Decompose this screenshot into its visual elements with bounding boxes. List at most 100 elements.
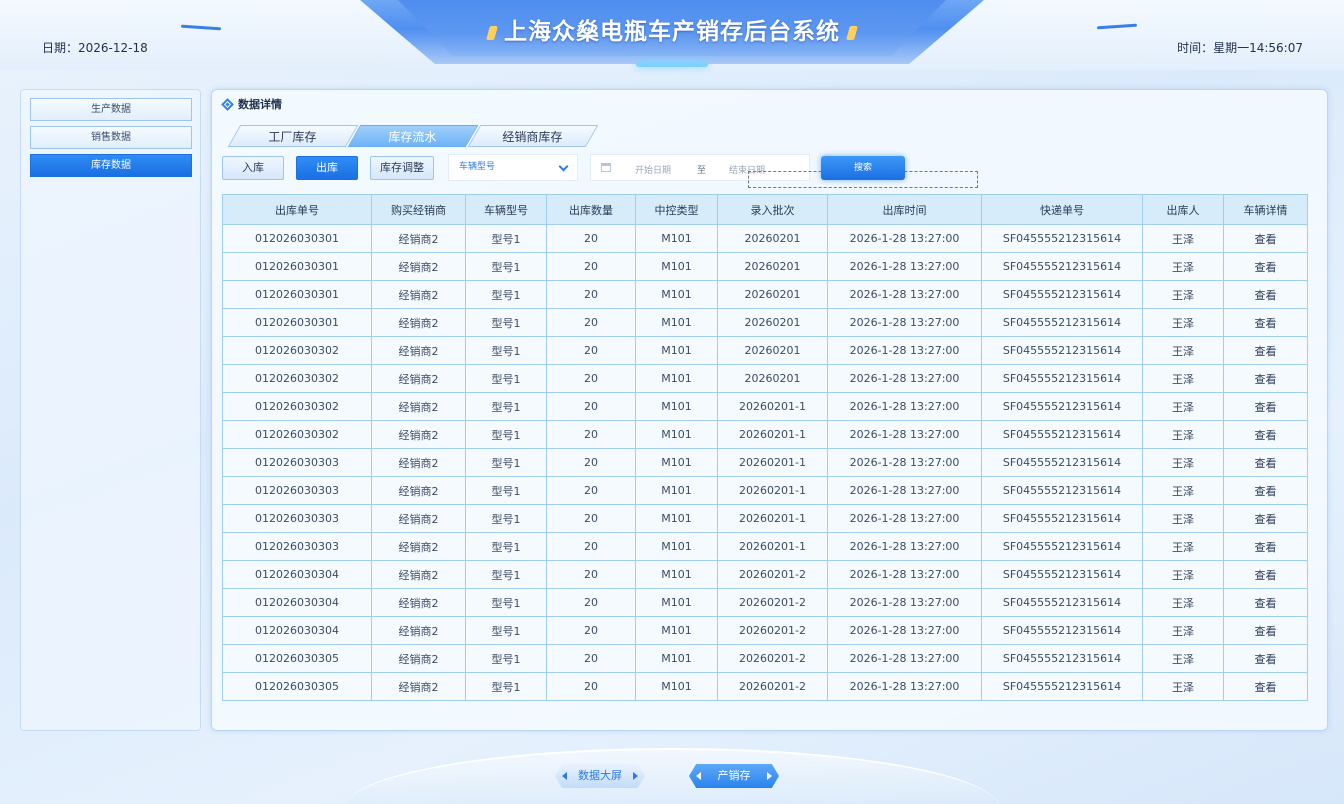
table-cell: 2026-1-28 13:27:00 [827, 364, 982, 393]
footer-arc [345, 748, 999, 804]
tab-factory-inventory[interactable]: 工厂库存 [227, 125, 359, 147]
table-cell: 经销商2 [371, 420, 466, 449]
table-cell: M101 [635, 504, 718, 533]
table-cell: 2026-1-28 13:27:00 [827, 560, 982, 589]
model-select-value: 车辆型号 [459, 162, 496, 172]
table-cell: 型号1 [465, 224, 547, 253]
table-cell: 20 [546, 476, 636, 505]
column-header: 录入批次 [717, 194, 828, 225]
view-details-link[interactable]: 查看 [1223, 672, 1308, 701]
panel-title: 数据详情 [221, 96, 282, 112]
table-cell: 经销商2 [371, 532, 466, 561]
table-cell: SF045555212315614 [981, 448, 1143, 477]
column-header: 快递单号 [981, 194, 1143, 225]
title-underline [636, 62, 708, 67]
table-cell: 王泽 [1142, 476, 1224, 505]
table-cell: 王泽 [1142, 448, 1224, 477]
table-cell: SF045555212315614 [981, 420, 1143, 449]
table-cell: 经销商2 [371, 308, 466, 337]
table-row: 012026030305 经销商2 型号1 20 M101 20260201-2 2026-… [222, 672, 1308, 701]
stock-out-button[interactable]: 出库 [296, 156, 358, 180]
table-cell: 型号1 [465, 392, 547, 421]
table-cell: 王泽 [1142, 224, 1224, 253]
view-details-link[interactable]: 查看 [1223, 504, 1308, 533]
table-cell: M101 [635, 616, 718, 645]
table-cell: 型号1 [465, 252, 547, 281]
view-details-link[interactable]: 查看 [1223, 224, 1308, 253]
table-cell: 经销商2 [371, 364, 466, 393]
view-details-link[interactable]: 查看 [1223, 644, 1308, 673]
tab-inventory-flow[interactable]: 库存流水 [347, 125, 479, 147]
view-details-link[interactable]: 查看 [1223, 280, 1308, 309]
table-cell: 王泽 [1142, 308, 1224, 337]
table-cell: 012026030301 [222, 224, 372, 253]
table-cell: 2026-1-28 13:27:00 [827, 532, 982, 561]
table-cell: M101 [635, 308, 718, 337]
view-details-link[interactable]: 查看 [1223, 364, 1308, 393]
view-details-link[interactable]: 查看 [1223, 476, 1308, 505]
view-details-link[interactable]: 查看 [1223, 252, 1308, 281]
view-details-link[interactable]: 查看 [1223, 392, 1308, 421]
table-cell: M101 [635, 448, 718, 477]
table-cell: 20260201-1 [717, 476, 828, 505]
table-cell: M101 [635, 420, 718, 449]
table-cell: 型号1 [465, 476, 547, 505]
table-cell: 型号1 [465, 448, 547, 477]
search-button[interactable]: 搜索 [821, 156, 905, 180]
view-details-link[interactable]: 查看 [1223, 308, 1308, 337]
table-cell: 20260201-1 [717, 532, 828, 561]
table-cell: 20260201 [717, 308, 828, 337]
table-cell: M101 [635, 252, 718, 281]
view-details-link[interactable]: 查看 [1223, 588, 1308, 617]
table-cell: 20 [546, 560, 636, 589]
table-cell: 20260201-1 [717, 504, 828, 533]
table-cell: 20 [546, 588, 636, 617]
table-cell: 王泽 [1142, 420, 1224, 449]
table-cell: 2026-1-28 13:27:00 [827, 280, 982, 309]
table-cell: 20260201-2 [717, 672, 828, 701]
table-cell: SF045555212315614 [981, 532, 1143, 561]
sidebar-item-production[interactable]: 生产数据 [30, 98, 192, 121]
table-cell: 20260201 [717, 224, 828, 253]
stock-in-button[interactable]: 入库 [222, 156, 284, 180]
table-cell: SF045555212315614 [981, 672, 1143, 701]
start-date-input[interactable]: 开始日期 [635, 163, 671, 176]
sidebar-item-inventory[interactable]: 库存数据 [30, 154, 192, 177]
time-label: 时间：星期一14:56:07 [1177, 41, 1303, 55]
table-cell: M101 [635, 336, 718, 365]
view-details-link[interactable]: 查看 [1223, 532, 1308, 561]
table-cell: M101 [635, 224, 718, 253]
stock-adjust-button[interactable]: 库存调整 [370, 156, 434, 180]
tab-label: 工厂库存 [268, 130, 317, 144]
view-details-link[interactable]: 查看 [1223, 448, 1308, 477]
table-cell: 型号1 [465, 532, 547, 561]
table-cell: 20260201-2 [717, 616, 828, 645]
table-cell: 经销商2 [371, 280, 466, 309]
sidebar-item-sales[interactable]: 销售数据 [30, 126, 192, 149]
column-header: 出库时间 [827, 194, 982, 225]
view-details-link[interactable]: 查看 [1223, 336, 1308, 365]
table-row: 012026030301 经销商2 型号1 20 M101 20260201 2026-1-… [222, 280, 1308, 309]
footer-button-data-screen[interactable]: 数据大屏 [555, 764, 645, 788]
table-cell: 012026030303 [222, 448, 372, 477]
footer-button-production-sales-inventory[interactable]: 产销存 [689, 764, 779, 788]
column-header: 车辆型号 [465, 194, 547, 225]
table-cell: 型号1 [465, 364, 547, 393]
view-details-link[interactable]: 查看 [1223, 560, 1308, 589]
model-select[interactable]: 车辆型号 [448, 154, 578, 181]
view-details-link[interactable]: 查看 [1223, 616, 1308, 645]
table-cell: 经销商2 [371, 252, 466, 281]
table-row: 012026030301 经销商2 型号1 20 M101 20260201 2026-1-… [222, 224, 1308, 253]
table-cell: SF045555212315614 [981, 616, 1143, 645]
table-cell: 2026-1-28 13:27:00 [827, 420, 982, 449]
table-cell: 20 [546, 252, 636, 281]
table-cell: 20260201 [717, 280, 828, 309]
table-cell: 型号1 [465, 560, 547, 589]
table-row: 012026030301 经销商2 型号1 20 M101 20260201 2026-1-… [222, 308, 1308, 337]
table-cell: 20260201-2 [717, 588, 828, 617]
table-row: 012026030302 经销商2 型号1 20 M101 20260201-1 2026-… [222, 392, 1308, 421]
chevron-down-icon [558, 161, 569, 172]
tab-dealer-inventory[interactable]: 经销商库存 [467, 125, 599, 147]
view-details-link[interactable]: 查看 [1223, 420, 1308, 449]
table-cell: 王泽 [1142, 532, 1224, 561]
